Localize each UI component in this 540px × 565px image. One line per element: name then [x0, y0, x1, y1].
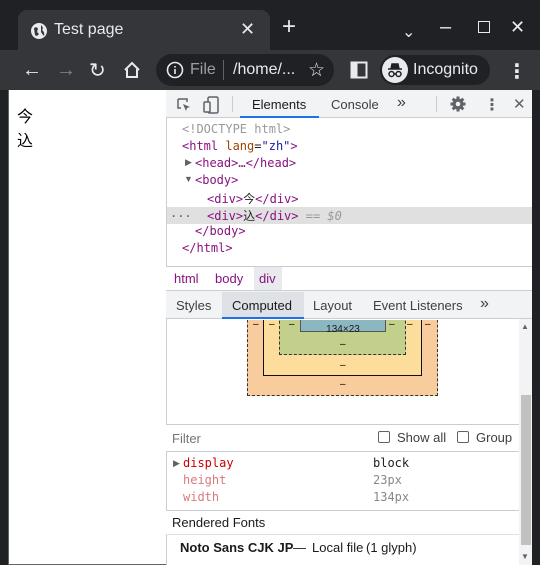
- breadcrumb-body[interactable]: body: [215, 271, 243, 286]
- scrollbar-thumb[interactable]: [521, 395, 531, 545]
- tab-styles[interactable]: Styles: [176, 298, 211, 313]
- padding-right-value: –: [389, 320, 395, 330]
- filter-input[interactable]: [172, 429, 362, 447]
- inspect-element-icon[interactable]: [176, 97, 192, 113]
- dom-div-2-selected[interactable]: <div>込</div> == $0: [207, 207, 342, 224]
- omnibox-separator: [223, 60, 224, 80]
- kebab-menu-icon[interactable]: ⋮: [507, 59, 527, 84]
- font-name: Noto Sans CJK JP: [180, 540, 294, 555]
- dom-div-1[interactable]: <div>今</div>: [207, 190, 299, 207]
- dom-div-close: </div>: [255, 209, 299, 223]
- dom-doctype[interactable]: <!DOCTYPE html>: [182, 122, 290, 136]
- tab-elements[interactable]: Elements: [252, 97, 306, 112]
- tab-search-icon[interactable]: ⌄: [402, 22, 415, 42]
- font-glyph-count: (1 glyph): [366, 540, 417, 555]
- prop-height-name[interactable]: height: [183, 473, 226, 487]
- incognito-icon: [382, 57, 408, 83]
- url-text[interactable]: /home/...: [233, 61, 295, 79]
- padding-bottom-value: –: [340, 339, 346, 350]
- content-size-label: 134×23: [326, 324, 360, 335]
- group-label: Group: [476, 430, 513, 445]
- globe-icon: [31, 23, 47, 39]
- collapse-triangle-icon[interactable]: ▼: [184, 174, 193, 184]
- more-tabs-chevron[interactable]: »: [397, 94, 406, 112]
- bookmark-star-icon[interactable]: ☆: [308, 59, 325, 82]
- incognito-label: Incognito: [413, 61, 478, 78]
- border-left-value: –: [269, 320, 275, 330]
- close-window-icon[interactable]: ✕: [510, 17, 525, 38]
- font-separator: —: [293, 540, 306, 555]
- browser-window: Test page ✕ + ⌄ – ✕ ← → ↻ File /home/...…: [0, 0, 540, 565]
- minimize-icon[interactable]: –: [440, 16, 451, 39]
- reload-icon[interactable]: ↻: [89, 58, 106, 83]
- new-tab-icon[interactable]: +: [282, 15, 296, 39]
- dom-html-close[interactable]: </html>: [182, 241, 233, 255]
- node-actions-ellipsis[interactable]: ...: [170, 206, 192, 220]
- back-icon[interactable]: ←: [22, 59, 42, 82]
- dom-html-open[interactable]: <html lang="zh">: [182, 139, 298, 153]
- dom-lang-value: "zh": [261, 139, 291, 153]
- settings-gear-icon[interactable]: [450, 96, 466, 112]
- dom-body-close[interactable]: </body>: [195, 224, 246, 238]
- breadcrumb-html[interactable]: html: [174, 271, 199, 286]
- dom-head[interactable]: <head>…</head>: [195, 156, 296, 170]
- device-toolbar-icon[interactable]: [203, 96, 219, 114]
- toolbar-divider: [232, 96, 233, 112]
- dom-div-open: <div>: [207, 192, 244, 206]
- padding-left-value: –: [289, 320, 295, 330]
- active-subtab-underline: [222, 317, 304, 319]
- tab-title: Test page: [54, 21, 124, 38]
- side-panel-icon[interactable]: [350, 61, 368, 79]
- active-tab-underline: [240, 116, 319, 118]
- dom-selected-marker: == $0: [305, 209, 342, 223]
- margin-bottom-value: –: [340, 379, 346, 390]
- tab-console[interactable]: Console: [331, 97, 379, 112]
- margin-right-value: –: [425, 320, 431, 330]
- scroll-up-arrow-icon[interactable]: ▲: [521, 322, 529, 331]
- tab-close-icon[interactable]: ✕: [240, 20, 255, 38]
- expand-triangle-icon[interactable]: ▶: [185, 157, 192, 168]
- info-icon[interactable]: [166, 61, 184, 79]
- dom-div-text: 込: [243, 209, 256, 223]
- prop-display-value: block: [373, 456, 410, 470]
- page-text-line: 込: [17, 131, 34, 150]
- dom-lang-attr: lang: [225, 139, 255, 153]
- tab-event-listeners[interactable]: Event Listeners: [373, 298, 463, 313]
- page-text-line: 今: [17, 107, 34, 126]
- scroll-down-arrow-icon[interactable]: ▼: [521, 552, 529, 561]
- more-subtabs-chevron[interactable]: »: [480, 295, 489, 313]
- box-model-diagram: 134×23 – – – – – – – – –: [167, 320, 519, 424]
- prop-width-value: 134px: [373, 490, 410, 504]
- expand-triangle-icon[interactable]: ▶: [173, 458, 180, 469]
- show-all-label: Show all: [397, 430, 447, 445]
- tab-computed[interactable]: Computed: [232, 298, 292, 313]
- font-source: Local file: [312, 540, 364, 555]
- devtools-close-icon[interactable]: ✕: [513, 95, 526, 113]
- prop-height-value: 23px: [373, 473, 402, 487]
- border-bottom-value: –: [340, 360, 346, 371]
- dom-html-tag: <html: [182, 139, 219, 153]
- toolbar-divider: [436, 96, 437, 112]
- dom-div-close: </div>: [255, 192, 299, 206]
- dom-body-open[interactable]: <body>: [195, 173, 238, 187]
- show-all-checkbox[interactable]: [378, 431, 390, 443]
- dom-div-open: <div>: [207, 209, 244, 223]
- prop-width-name[interactable]: width: [183, 490, 219, 504]
- group-checkbox[interactable]: [457, 431, 469, 443]
- border-right-value: –: [407, 320, 413, 330]
- margin-left-value: –: [253, 320, 259, 330]
- forward-icon[interactable]: →: [56, 59, 76, 82]
- url-scheme-label: File: [190, 61, 216, 78]
- section-divider: [166, 534, 519, 535]
- devtools-menu-icon[interactable]: ⋮: [484, 95, 500, 115]
- home-icon[interactable]: [123, 61, 141, 79]
- maximize-icon[interactable]: [478, 21, 490, 33]
- breadcrumb-div[interactable]: div: [259, 271, 276, 286]
- rendered-fonts-title: Rendered Fonts: [172, 515, 266, 530]
- tab-layout[interactable]: Layout: [313, 298, 352, 313]
- dom-div-text: 今: [243, 192, 256, 206]
- prop-display-name[interactable]: display: [183, 456, 234, 470]
